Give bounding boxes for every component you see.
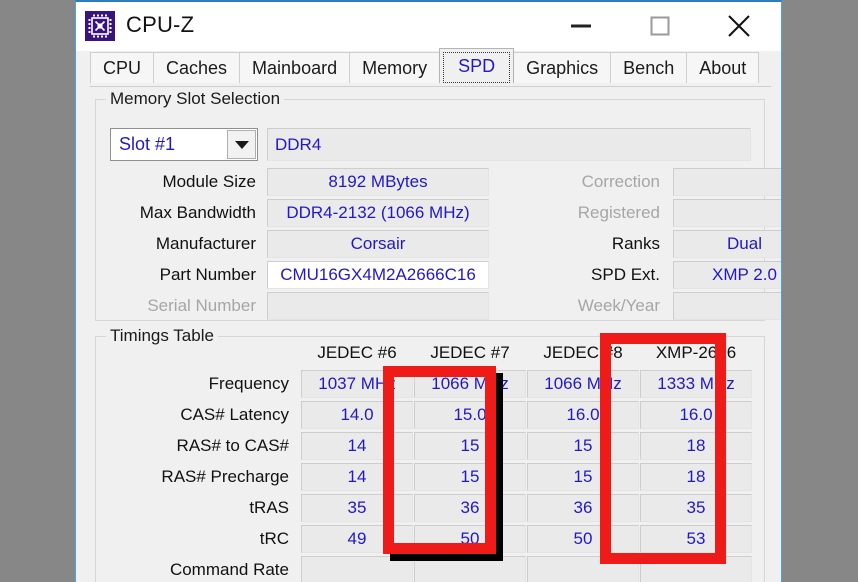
tab-about[interactable]: About	[686, 52, 760, 83]
tab-mainboard[interactable]: Mainboard	[239, 52, 351, 83]
timings-column-header: JEDEC #6	[317, 343, 397, 362]
memory-slot-selection-legend: Memory Slot Selection	[106, 89, 285, 109]
tab-label: Mainboard	[252, 57, 338, 78]
tab-label: CPU	[103, 57, 142, 78]
value-correction	[673, 168, 781, 196]
tab-label: Memory	[362, 57, 428, 78]
timings-table-legend: Timings Table	[106, 326, 218, 346]
tab-focus-ring	[443, 52, 511, 83]
timings-cell: 1333 MHz	[640, 370, 752, 398]
timings-cell: 14	[301, 463, 413, 491]
tab-graphics[interactable]: Graphics	[513, 52, 612, 83]
timings-cell	[527, 556, 639, 582]
maximize-button[interactable]	[629, 2, 691, 49]
label-serial-number: Serial Number	[147, 296, 256, 315]
timings-cell	[414, 556, 526, 582]
timings-cell: 15	[527, 432, 639, 460]
timings-cell: 49	[301, 525, 413, 553]
maximize-icon	[650, 16, 670, 35]
timings-cell	[301, 556, 413, 582]
value-module-size: 8192 MBytes	[267, 168, 489, 196]
label-week-year: Week/Year	[577, 296, 660, 315]
tab-strip: CPU Caches Mainboard Memory SPD Graphics Bench…	[76, 48, 781, 87]
label-manufacturer: Manufacturer	[155, 234, 256, 253]
timings-cell: 16.0	[527, 401, 639, 429]
timings-cell: 18	[640, 432, 752, 460]
timings-cell: 35	[301, 494, 413, 522]
timings-cell: 1037 MHz	[301, 370, 413, 398]
screen: CPU-Z CPU Caches Mainboard Memory SPD Graphic…	[0, 0, 858, 582]
timings-cell: 53	[640, 525, 752, 553]
chevron-down-icon[interactable]	[227, 130, 256, 159]
tab-bench[interactable]: Bench	[610, 52, 688, 83]
timings-row-label: Command Rate	[169, 560, 289, 579]
minimize-icon	[571, 24, 591, 27]
timings-row-label: CAS# Latency	[180, 405, 289, 424]
timings-cell: 50	[414, 525, 526, 553]
tab-label: Graphics	[526, 57, 599, 78]
module-type-field: DDR4	[267, 128, 751, 161]
timings-cell: 15	[414, 463, 526, 491]
value-part-number: CMU16GX4M2A2666C16	[267, 261, 489, 289]
timings-column-header: JEDEC #8	[543, 343, 623, 362]
timings-cell: 35	[640, 494, 752, 522]
timings-row-label: tRC	[259, 529, 289, 548]
tab-label: About	[699, 57, 747, 78]
timings-cell: 18	[640, 463, 752, 491]
timings-cell: 15	[414, 432, 526, 460]
timings-table-group: Timings Table JEDEC #6 JEDEC #7 JEDEC #8 XM…	[95, 326, 765, 582]
timings-cell	[640, 556, 752, 582]
tab-underline	[90, 86, 771, 87]
timings-row-label: Frequency	[208, 374, 289, 393]
slot-select[interactable]: Slot #1	[110, 128, 258, 161]
timings-cell: 15	[527, 463, 639, 491]
value-max-bandwidth: DDR4-2132 (1066 MHz)	[267, 199, 489, 227]
tab-spd[interactable]: SPD	[439, 48, 515, 83]
cpuz-window: CPU-Z CPU Caches Mainboard Memory SPD Graphic…	[75, 0, 782, 582]
label-registered: Registered	[577, 203, 660, 222]
value-serial-number	[267, 292, 489, 320]
label-module-size: Module Size	[162, 172, 256, 191]
timings-row-label: RAS# Precharge	[161, 467, 289, 486]
value-registered	[673, 199, 781, 227]
timings-cell: 16.0	[640, 401, 752, 429]
value-week-year	[673, 292, 781, 320]
value-spd-ext: XMP 2.0	[673, 261, 781, 289]
tab-label: Caches	[166, 57, 228, 78]
label-ranks: Ranks	[611, 234, 660, 253]
timings-cell: 36	[414, 494, 526, 522]
timings-cell: 14.0	[301, 401, 413, 429]
timings-column-header: XMP-2666	[655, 343, 737, 362]
label-spd-ext: SPD Ext.	[591, 265, 660, 284]
tab-cpu[interactable]: CPU	[90, 52, 155, 83]
timings-cell: 14	[301, 432, 413, 460]
value-manufacturer: Corsair	[267, 230, 489, 258]
label-max-bandwidth: Max Bandwidth	[139, 203, 256, 222]
timings-cell: 15.0	[414, 401, 526, 429]
tab-caches[interactable]: Caches	[153, 52, 241, 83]
minimize-button[interactable]	[550, 2, 612, 49]
title-bar: CPU-Z	[76, 2, 781, 51]
timings-cell: 50	[527, 525, 639, 553]
close-button[interactable]	[708, 2, 770, 49]
label-correction: Correction	[581, 172, 660, 191]
timings-cell: 1066 MHz	[414, 370, 526, 398]
timings-cell: 36	[527, 494, 639, 522]
timings-column-header: JEDEC #7	[430, 343, 510, 362]
memory-slot-selection-group: Memory Slot Selection Slot #1 DDR4 Modul…	[95, 89, 781, 321]
slot-select-value: Slot #1	[119, 134, 176, 154]
label-part-number: Part Number	[159, 265, 256, 284]
timings-row-label: RAS# to CAS#	[176, 436, 289, 455]
cpu-chip-icon	[85, 11, 115, 41]
timings-row-label: tRAS	[249, 498, 289, 517]
value-ranks: Dual	[673, 230, 781, 258]
tab-memory[interactable]: Memory	[349, 52, 441, 83]
timings-cell: 1066 MHz	[527, 370, 639, 398]
tab-label: Bench	[623, 57, 675, 78]
window-title: CPU-Z	[126, 12, 195, 37]
close-icon	[727, 14, 751, 38]
